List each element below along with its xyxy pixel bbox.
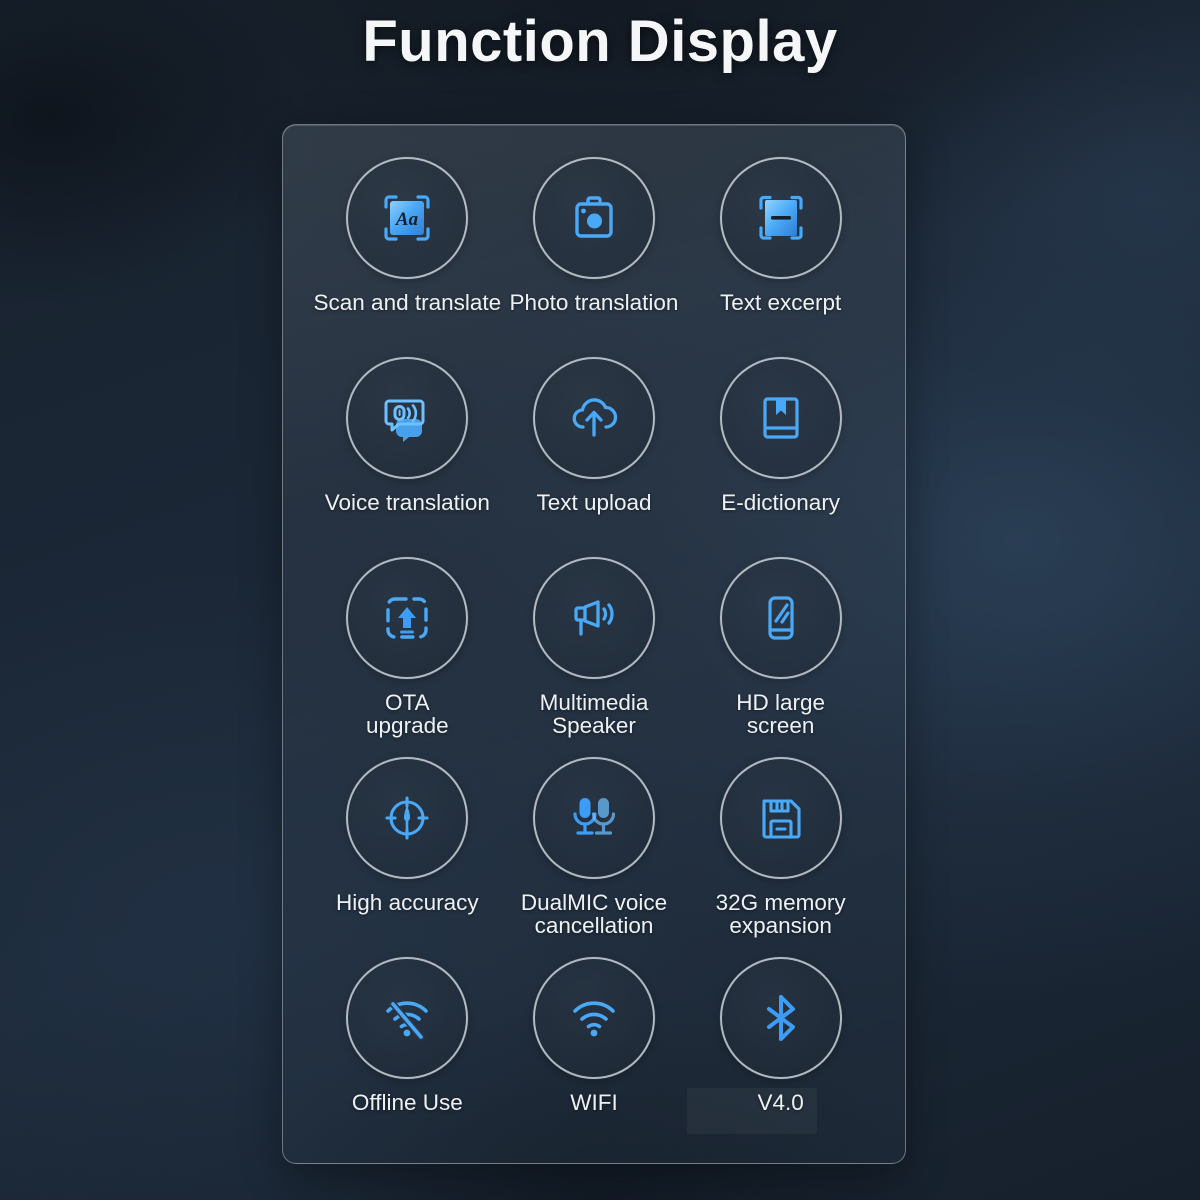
feature-ota-upgrade[interactable]: OTA upgrade	[311, 557, 504, 757]
feature-icon-circle	[719, 357, 842, 479]
bluetooth-icon	[752, 989, 810, 1047]
feature-icon-circle	[719, 957, 842, 1079]
feature-voice-translation[interactable]: Voice translation	[311, 357, 504, 557]
dual-microphone-icon	[563, 787, 625, 849]
feature-icon-circle	[346, 357, 469, 479]
feature-icon-circle	[532, 157, 655, 279]
feature-label: OTA upgrade	[366, 690, 449, 739]
feature-bluetooth-version[interactable]: V4.0	[684, 957, 877, 1157]
page-title: Function Display	[362, 9, 838, 74]
feature-icon-circle	[346, 557, 469, 679]
feature-icon-circle	[532, 357, 655, 479]
feature-grid: Aa Scan and translate Photo translation …	[283, 125, 905, 1163]
ota-upload-box-icon	[377, 588, 437, 648]
feature-label: Scan and translate	[313, 290, 502, 315]
book-bookmark-icon	[752, 389, 810, 447]
feature-hd-large-screen[interactable]: HD large screen	[684, 557, 877, 757]
feature-photo-translation[interactable]: Photo translation	[498, 157, 691, 357]
megaphone-icon	[564, 588, 624, 648]
feature-icon-circle	[346, 957, 469, 1079]
feature-multimedia-speaker[interactable]: Multimedia Speaker	[498, 557, 691, 757]
feature-text-upload[interactable]: Text upload	[498, 357, 691, 557]
feature-icon-circle	[719, 757, 842, 879]
voice-chat-bubble-icon	[376, 387, 438, 449]
feature-label: Multimedia Speaker	[539, 690, 649, 739]
feature-label: Photo translation	[509, 290, 679, 315]
feature-label: Text excerpt	[720, 290, 842, 315]
feature-high-accuracy[interactable]: High accuracy	[311, 757, 504, 957]
camera-icon	[564, 188, 624, 248]
scan-excerpt-icon	[750, 187, 812, 249]
crosshair-target-icon	[378, 789, 436, 847]
feature-32g-memory-expansion[interactable]: 32G memory expansion	[684, 757, 877, 957]
feature-icon-circle	[532, 557, 655, 679]
feature-icon-circle	[532, 957, 655, 1079]
feature-label: WIFI	[570, 1090, 618, 1115]
feature-offline-use[interactable]: Offline Use	[311, 957, 504, 1157]
phone-screen-icon	[752, 589, 810, 647]
wifi-off-icon	[376, 987, 438, 1049]
cloud-upload-icon	[563, 387, 625, 449]
feature-icon-circle	[346, 757, 469, 879]
feature-scan-and-translate[interactable]: Aa Scan and translate	[311, 157, 504, 357]
feature-e-dictionary[interactable]: E-dictionary	[684, 357, 877, 557]
feature-label: E-dictionary	[721, 490, 841, 515]
feature-icon-circle	[719, 157, 842, 279]
feature-icon-circle: Aa	[346, 157, 469, 279]
feature-label: 32G memory expansion	[715, 890, 846, 939]
feature-label: Voice translation	[324, 490, 490, 515]
feature-label: Text upload	[536, 490, 652, 515]
svg-text:Aa: Aa	[395, 209, 419, 230]
feature-label: HD large screen	[736, 690, 826, 739]
feature-dualmic-voice-cancellation[interactable]: DualMIC voice cancellation	[498, 757, 691, 957]
feature-panel: Aa Scan and translate Photo translation …	[282, 124, 906, 1164]
feature-text-excerpt[interactable]: Text excerpt	[684, 157, 877, 357]
feature-wifi[interactable]: WIFI	[498, 957, 691, 1157]
feature-icon-circle	[532, 757, 655, 879]
feature-label: Offline Use	[351, 1090, 463, 1115]
feature-label: V4.0	[757, 1090, 804, 1115]
scan-text-aa-icon: Aa	[376, 187, 438, 249]
wifi-icon	[563, 987, 625, 1049]
feature-label: High accuracy	[336, 890, 479, 915]
floppy-memory-icon	[752, 789, 810, 847]
feature-icon-circle	[719, 557, 842, 679]
feature-label: DualMIC voice cancellation	[520, 890, 668, 939]
